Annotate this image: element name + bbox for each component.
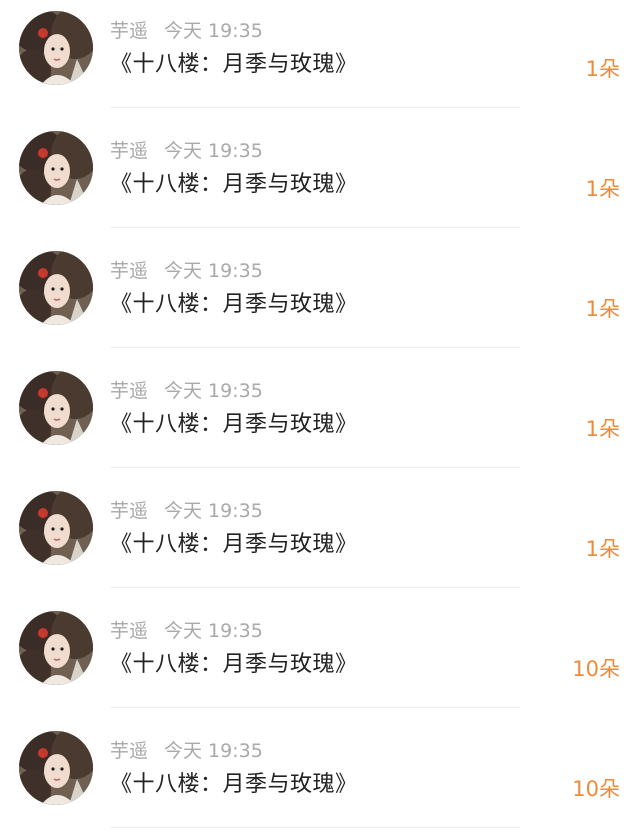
sender-name: 芋遥	[110, 620, 149, 642]
user-avatar-icon[interactable]	[19, 371, 93, 445]
user-avatar-icon[interactable]	[19, 491, 93, 565]
sender-name: 芋遥	[110, 20, 149, 42]
divider	[110, 227, 520, 228]
divider	[110, 467, 520, 468]
sender-name: 芋遥	[110, 260, 149, 282]
user-avatar-icon[interactable]	[19, 251, 93, 325]
sender-name: 芋遥	[110, 140, 149, 162]
book-title: 《十八楼：月季与玫瑰》	[110, 532, 358, 557]
list-item[interactable]: 芋遥 今天 19:35 《十八楼：月季与玫瑰》 1朵	[0, 480, 640, 600]
divider	[110, 107, 520, 108]
book-title: 《十八楼：月季与玫瑰》	[110, 292, 358, 317]
book-title: 《十八楼：月季与玫瑰》	[110, 652, 358, 677]
flower-count: 1朵	[585, 297, 620, 321]
gift-meta: 芋遥 今天 19:35	[110, 18, 263, 44]
sender-name: 芋遥	[110, 740, 149, 762]
user-avatar-icon[interactable]	[19, 611, 93, 685]
divider	[110, 707, 520, 708]
book-title: 《十八楼：月季与玫瑰》	[110, 772, 358, 797]
flower-count: 1朵	[585, 537, 620, 561]
flower-count: 1朵	[585, 417, 620, 441]
gift-record-list: 芋遥 今天 19:35 《十八楼：月季与玫瑰》 1朵 芋遥 今天 19:35 《十八…	[0, 0, 640, 838]
user-avatar-icon[interactable]	[19, 11, 93, 85]
book-title: 《十八楼：月季与玫瑰》	[110, 172, 358, 197]
gift-meta: 芋遥 今天 19:35	[110, 138, 263, 164]
divider	[110, 827, 520, 828]
gift-meta: 芋遥 今天 19:35	[110, 738, 263, 764]
gift-meta: 芋遥 今天 19:35	[110, 258, 263, 284]
list-item[interactable]: 芋遥 今天 19:35 《十八楼：月季与玫瑰》 1朵	[0, 120, 640, 240]
gift-time: 今天 19:35	[164, 620, 263, 642]
gift-time: 今天 19:35	[164, 380, 263, 402]
book-title: 《十八楼：月季与玫瑰》	[110, 412, 358, 437]
gift-meta: 芋遥 今天 19:35	[110, 498, 263, 524]
list-item[interactable]: 芋遥 今天 19:35 《十八楼：月季与玫瑰》 10朵	[0, 720, 640, 840]
gift-time: 今天 19:35	[164, 500, 263, 522]
list-item[interactable]: 芋遥 今天 19:35 《十八楼：月季与玫瑰》 1朵	[0, 240, 640, 360]
divider	[110, 587, 520, 588]
divider	[110, 347, 520, 348]
user-avatar-icon[interactable]	[19, 731, 93, 805]
list-item[interactable]: 芋遥 今天 19:35 《十八楼：月季与玫瑰》 1朵	[0, 360, 640, 480]
flower-count: 1朵	[585, 177, 620, 201]
gift-meta: 芋遥 今天 19:35	[110, 618, 263, 644]
gift-time: 今天 19:35	[164, 140, 263, 162]
user-avatar-icon[interactable]	[19, 131, 93, 205]
gift-time: 今天 19:35	[164, 740, 263, 762]
flower-count: 10朵	[572, 777, 620, 801]
book-title: 《十八楼：月季与玫瑰》	[110, 52, 358, 77]
gift-meta: 芋遥 今天 19:35	[110, 378, 263, 404]
list-item[interactable]: 芋遥 今天 19:35 《十八楼：月季与玫瑰》 1朵	[0, 0, 640, 120]
sender-name: 芋遥	[110, 380, 149, 402]
flower-count: 1朵	[585, 57, 620, 81]
gift-time: 今天 19:35	[164, 260, 263, 282]
gift-time: 今天 19:35	[164, 20, 263, 42]
list-item[interactable]: 芋遥 今天 19:35 《十八楼：月季与玫瑰》 10朵	[0, 600, 640, 720]
flower-count: 10朵	[572, 657, 620, 681]
sender-name: 芋遥	[110, 500, 149, 522]
